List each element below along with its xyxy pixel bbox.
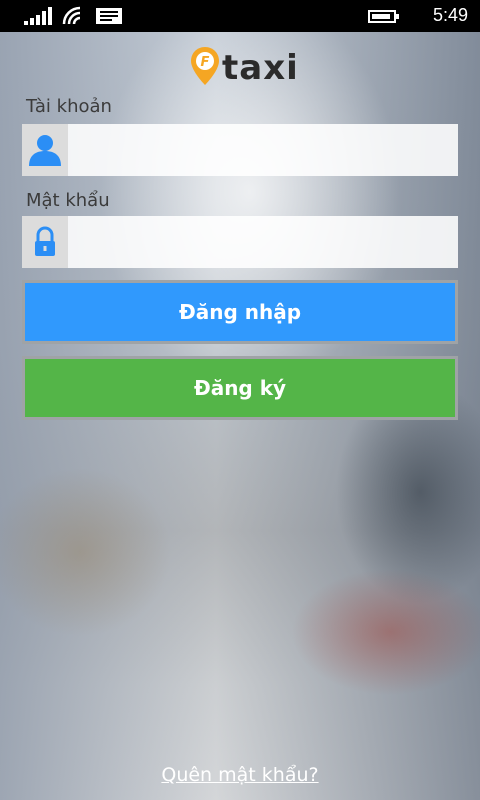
signal-strength-icon — [24, 7, 54, 25]
status-time: 5:49 — [432, 5, 468, 25]
login-button[interactable]: Đăng nhập — [22, 280, 458, 344]
taxi-pin-icon: F — [191, 47, 219, 85]
password-label: Mật khẩu — [26, 190, 110, 211]
account-label: Tài khoản — [26, 96, 112, 117]
account-input[interactable] — [76, 132, 450, 170]
wifi-icon — [62, 6, 81, 25]
forgot-password-link[interactable]: Quên mật khẩu? — [0, 764, 480, 786]
battery-tip — [396, 14, 399, 19]
status-bar: 5:49 — [0, 0, 480, 32]
battery-icon — [368, 10, 396, 23]
logo-text: taxi — [222, 48, 299, 88]
lock-icon-box — [22, 216, 68, 268]
user-icon — [29, 135, 61, 166]
password-field[interactable] — [22, 216, 458, 268]
password-input[interactable] — [76, 224, 450, 262]
register-button[interactable]: Đăng ký — [22, 356, 458, 420]
notification-icon — [96, 8, 122, 24]
svg-text:F: F — [201, 55, 210, 70]
user-icon-box — [22, 124, 68, 176]
account-field[interactable] — [22, 124, 458, 176]
lock-icon — [35, 226, 55, 256]
